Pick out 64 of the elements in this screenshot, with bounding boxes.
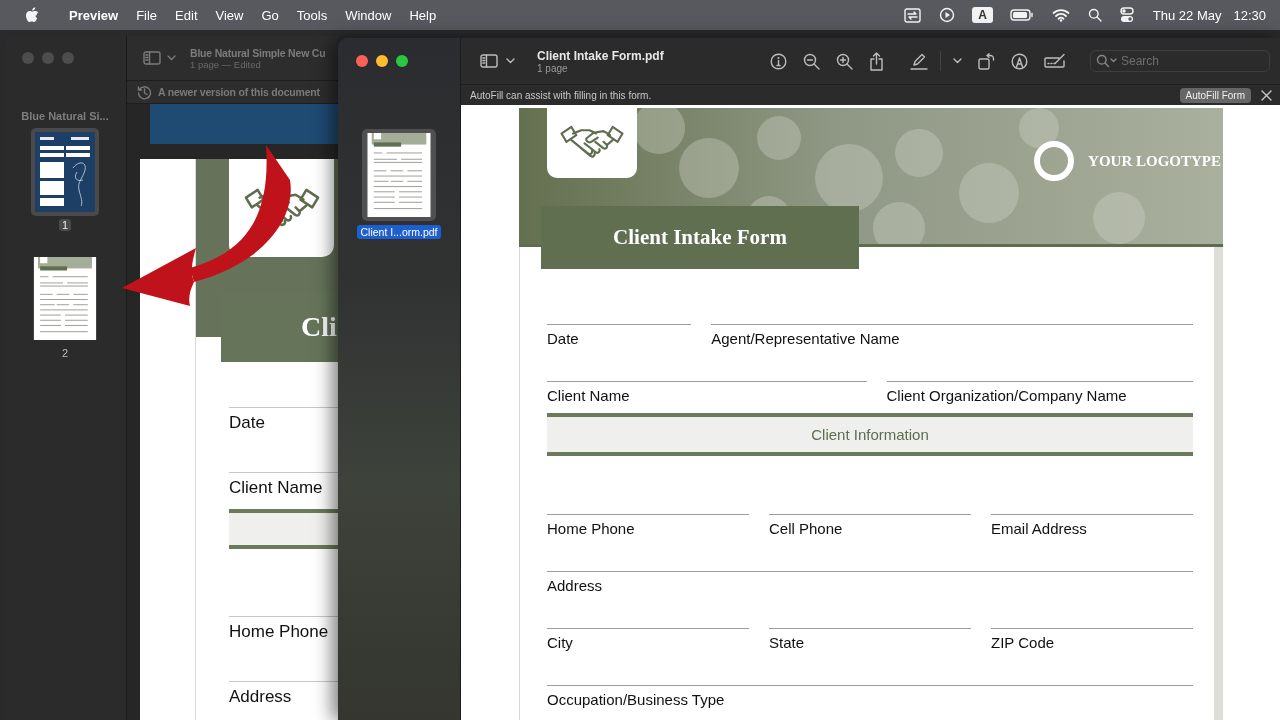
menu-item[interactable]: Window xyxy=(338,4,399,26)
section-heading: Client Information xyxy=(547,413,1193,456)
version-notice: A newer version of this document xyxy=(158,86,320,98)
search-field[interactable]: Search xyxy=(1090,50,1270,72)
autofill-button[interactable]: AutoFill Form xyxy=(1179,87,1251,103)
search-icon[interactable] xyxy=(1087,8,1102,22)
highlight-pen-icon[interactable] xyxy=(910,52,928,70)
chevron-icon[interactable] xyxy=(953,58,962,64)
close-button[interactable] xyxy=(356,55,368,67)
rotate-icon[interactable] xyxy=(978,52,995,70)
menu-bar-clock[interactable]: 12:30 xyxy=(1233,7,1266,23)
menu-item[interactable]: Go xyxy=(254,4,286,26)
markup-icon[interactable] xyxy=(1011,52,1028,70)
minimize-button[interactable] xyxy=(376,55,388,67)
field-label: Date xyxy=(547,324,692,381)
field-label: State xyxy=(769,628,971,685)
file-name[interactable]: Client I...orm.pdf xyxy=(357,225,441,239)
info-icon[interactable] xyxy=(770,52,787,70)
wifi-icon[interactable] xyxy=(1051,8,1070,22)
battery-icon[interactable] xyxy=(1009,9,1034,21)
sidebar-title: Blue Natural Si... xyxy=(21,110,109,122)
page-thumbnail[interactable] xyxy=(31,128,99,216)
logotype: YOUR LOGOTYPE xyxy=(1088,152,1221,170)
form-fill-icon[interactable] xyxy=(1044,53,1066,69)
field-label: Agent/Representative Name xyxy=(711,324,1193,381)
page-number: 1 xyxy=(58,219,72,231)
play-icon[interactable] xyxy=(939,7,956,23)
window-title: Blue Natural Simple New Cu xyxy=(190,46,326,59)
chevron-icon[interactable] xyxy=(506,58,515,64)
screen-mirroring-icon[interactable] xyxy=(904,7,922,23)
close-icon[interactable] xyxy=(1261,89,1272,101)
page-number: 2 xyxy=(60,347,70,359)
zoom-button[interactable] xyxy=(396,55,408,67)
menu-item[interactable]: File xyxy=(129,4,165,26)
search-icon[interactable] xyxy=(1096,54,1118,68)
menu-item[interactable]: Tools xyxy=(289,4,335,26)
zoom-out-icon[interactable] xyxy=(803,52,820,70)
field-label: Home Phone xyxy=(547,514,749,571)
window-title: Client Intake Form.pdf xyxy=(537,48,664,63)
ring-logo-icon xyxy=(1034,141,1075,181)
input-source-menu[interactable]: A xyxy=(972,7,993,23)
page-thumbnail[interactable] xyxy=(362,129,436,221)
clock-icon xyxy=(137,84,152,100)
menu-item[interactable]: Help xyxy=(402,4,444,26)
menu-item[interactable]: Edit xyxy=(168,4,205,26)
autofill-message: AutoFill can assist with filling in this form. xyxy=(470,89,652,101)
field-label: City xyxy=(547,628,749,685)
form-title: Client Intake Form xyxy=(541,206,859,269)
chevron-icon[interactable] xyxy=(167,55,176,61)
menu-item[interactable]: View xyxy=(208,4,251,26)
window-subtitle: 1 page xyxy=(537,62,569,74)
zoom-in-icon[interactable] xyxy=(836,52,853,70)
field-label: Cell Phone xyxy=(769,514,971,571)
apple-icon[interactable] xyxy=(25,7,39,23)
share-icon[interactable] xyxy=(869,51,884,71)
app-menu[interactable]: Preview xyxy=(62,4,126,26)
sidebar-toggle-icon[interactable] xyxy=(480,54,498,68)
menu-bar-date[interactable]: Thu 22 May xyxy=(1152,7,1222,23)
field-label: ZIP Code xyxy=(991,628,1193,685)
field-label: Occupation/Business Type xyxy=(547,685,1193,720)
sidebar-toggle-icon[interactable] xyxy=(143,51,161,65)
control-center-icon[interactable] xyxy=(1119,7,1134,23)
field-label: Address xyxy=(547,571,1193,628)
field-label: Email Address xyxy=(991,514,1193,571)
